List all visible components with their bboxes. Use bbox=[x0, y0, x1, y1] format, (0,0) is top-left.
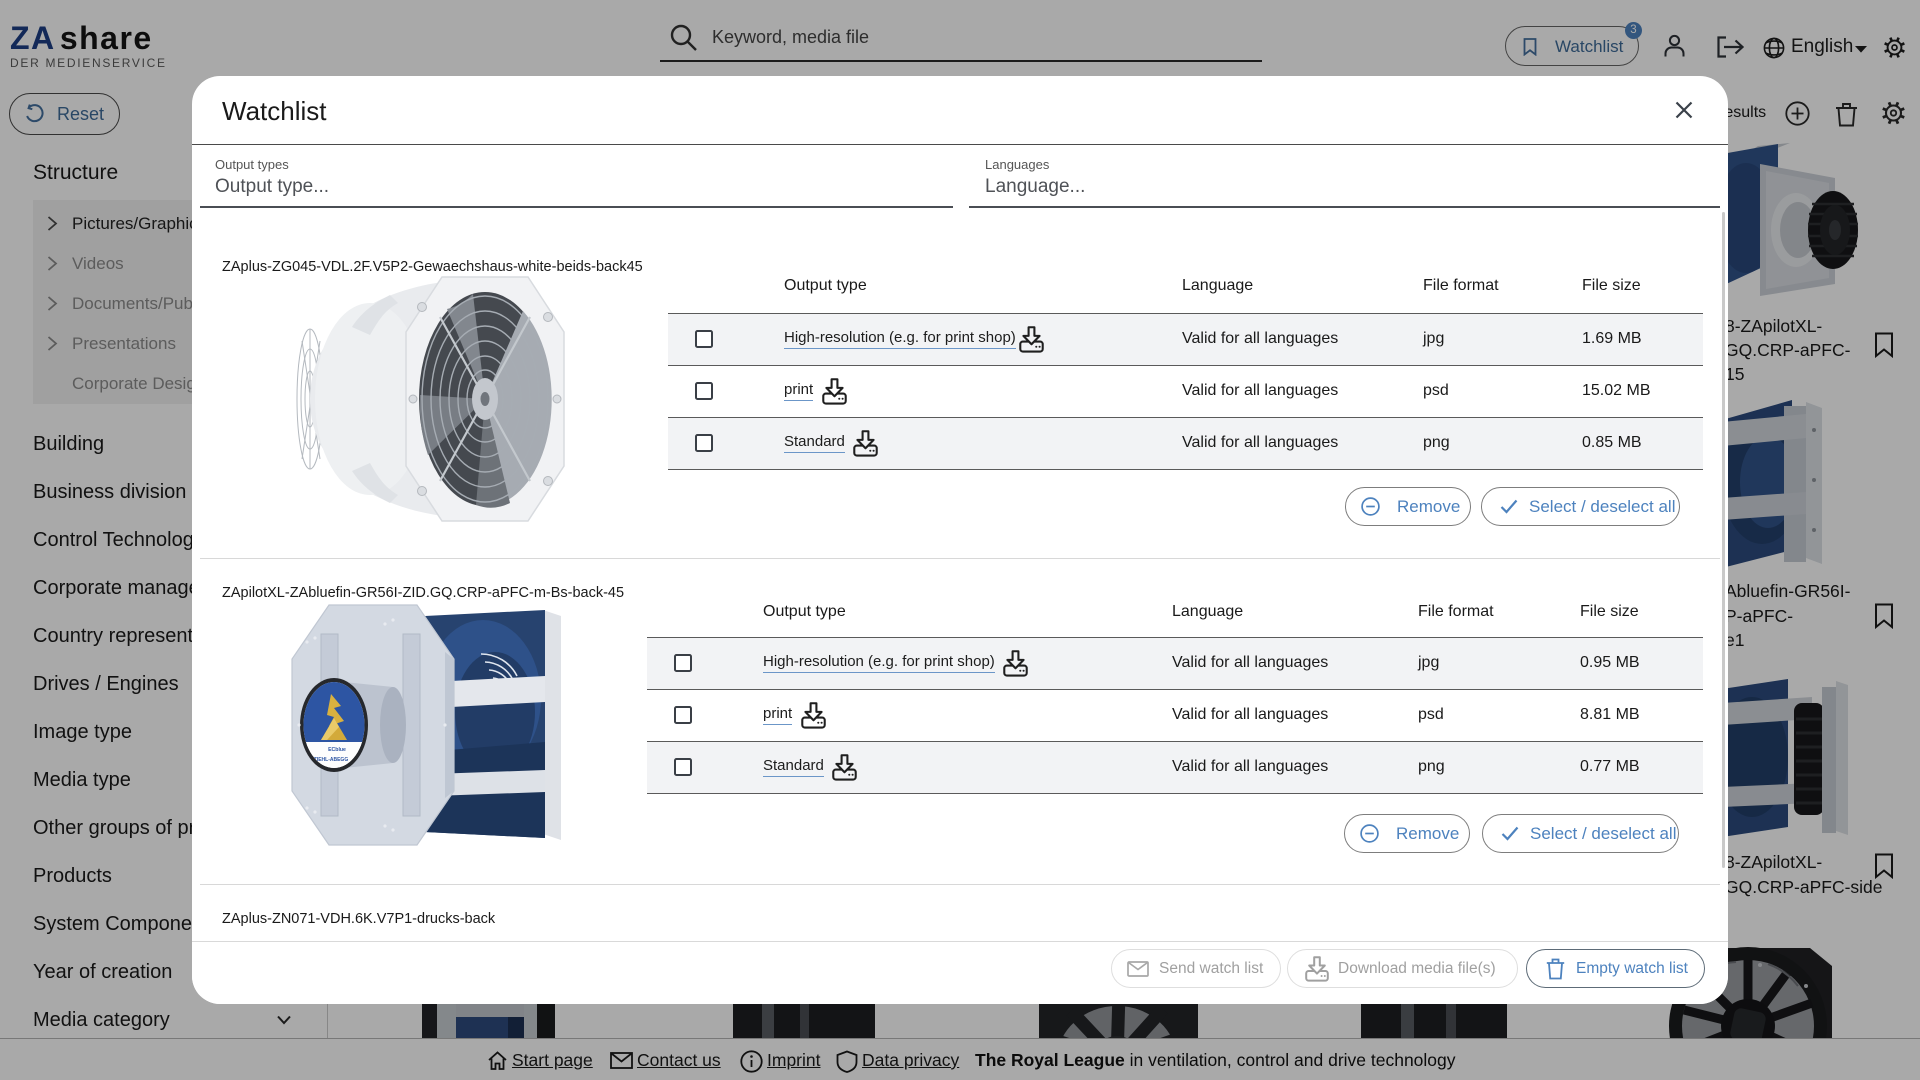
svg-text:ECblue: ECblue bbox=[328, 747, 346, 753]
svg-text:ZIEHL-ABEGG: ZIEHL-ABEGG bbox=[314, 757, 349, 763]
